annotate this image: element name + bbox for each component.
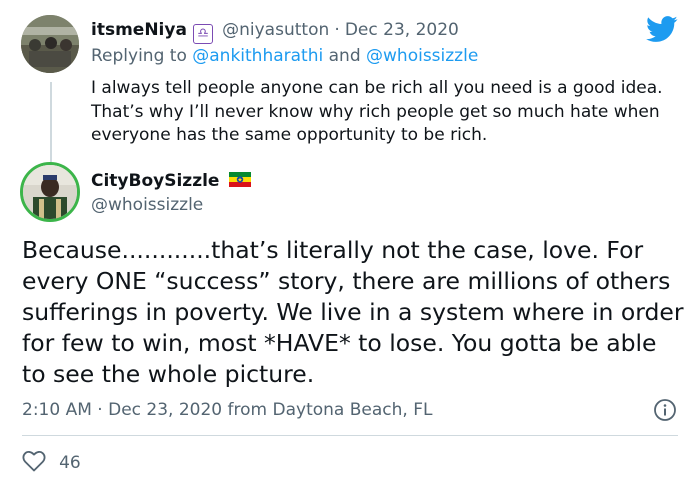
zodiac-badge-icon: ♎ [193,24,214,44]
author-handle[interactable]: @niyasutton [222,20,329,40]
tweet-date[interactable]: Dec 23, 2020 [345,20,459,40]
reply-time[interactable]: 2:10 AM [22,400,92,420]
tweet-header: itsmeNiya ♎ @niyasutton · Dec 23, 2020 [91,20,459,44]
reply-author-name[interactable]: CityBoySizzle [91,171,219,191]
like-button[interactable]: 46 [22,450,102,474]
replying-to-label: Replying to [91,46,187,66]
divider [22,435,678,436]
reply-source[interactable]: from Daytona Beach, FL [228,400,433,420]
like-count: 46 [59,453,81,473]
meta-separator: · [97,400,103,420]
reply-author-handle[interactable]: @whoissizzle [91,195,203,215]
reply-tweet-text: Because............that’s literally not … [22,236,684,388]
reply-avatar[interactable] [20,162,80,222]
original-tweet-text: I always tell people anyone can be rich … [91,78,663,145]
reply-mention-1[interactable]: @ankithharathi [192,46,323,66]
thread-line [50,82,52,166]
author-name[interactable]: itsmeNiya [91,20,187,40]
reply-and: and [328,46,361,66]
tweet-meta: 2:10 AM · Dec 23, 2020 from Daytona Beac… [22,398,432,422]
replying-to: Replying to @ankithharathi and @whoissiz… [91,44,478,68]
avatar[interactable] [21,15,79,73]
info-icon[interactable] [653,398,677,422]
heart-icon [22,450,46,476]
reply-avatar-image [23,165,77,219]
twitter-bird-icon[interactable] [646,16,678,43]
reply-mention-2[interactable]: @whoissizzle [366,46,478,66]
avatar-image [21,15,79,73]
separator: · [334,20,340,40]
reply-header: CityBoySizzle [91,171,251,191]
reply-date[interactable]: Dec 23, 2020 [108,400,222,420]
ethiopia-flag-icon [228,172,251,191]
